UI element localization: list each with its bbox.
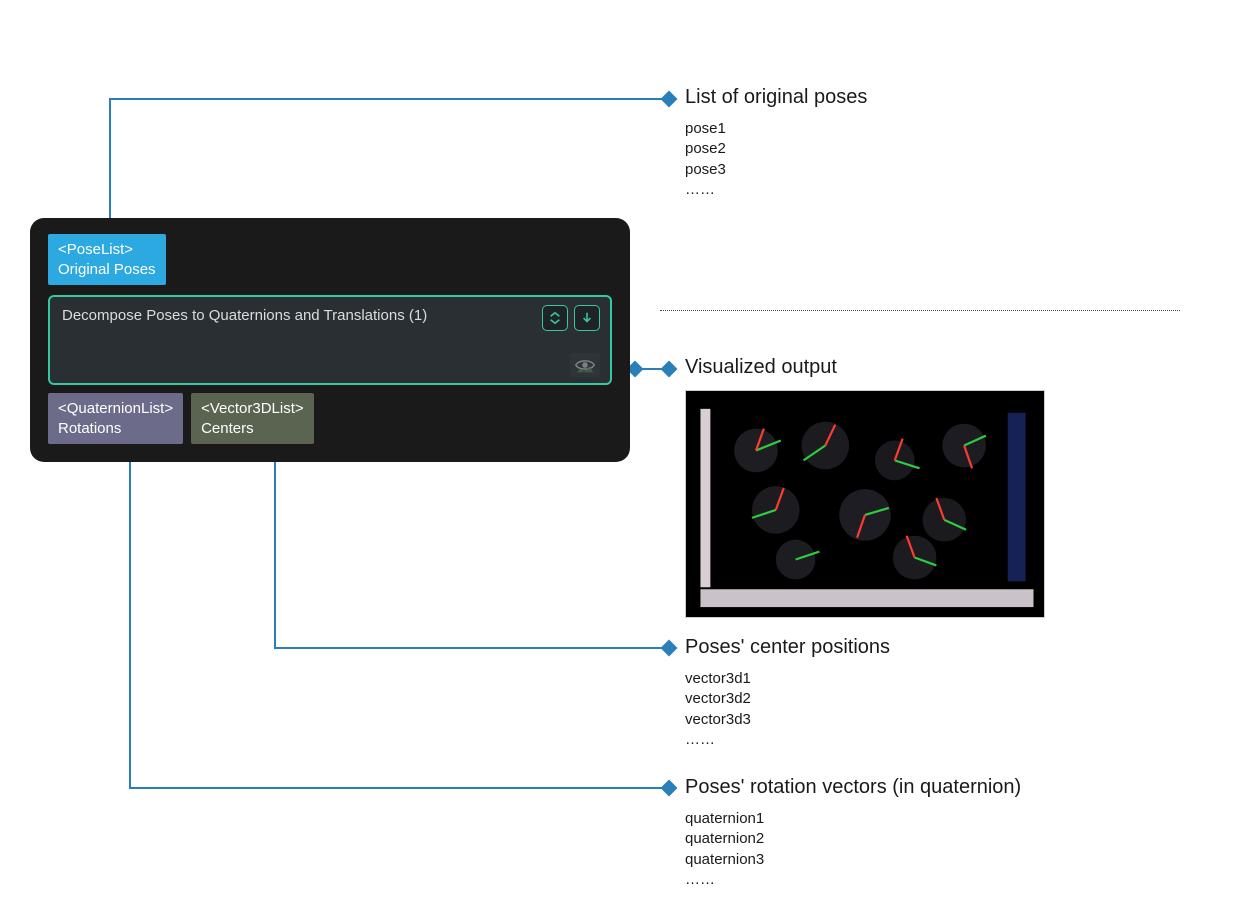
callout-list: quaternion1 quaternion2 quaternion3 ……	[685, 809, 1021, 890]
node-body[interactable]: Decompose Poses to Quaternions and Trans…	[48, 295, 612, 385]
list-item: ……	[685, 730, 890, 750]
diamond-marker	[661, 780, 678, 797]
callout-visualized-output: Visualized output	[685, 356, 837, 389]
node-title: Decompose Poses to Quaternions and Trans…	[62, 307, 427, 324]
output-port-label: Rotations	[58, 419, 173, 439]
list-item: vector3d2	[685, 689, 890, 709]
dotted-separator	[660, 310, 1180, 311]
callout-title: Visualized output	[685, 356, 837, 379]
output-port-type: <Vector3DList>	[201, 399, 304, 419]
callout-centers: Poses' center positions vector3d1 vector…	[685, 636, 890, 750]
output-port-vector3dlist[interactable]: <Vector3DList> Centers	[191, 393, 314, 444]
list-item: pose2	[685, 139, 867, 159]
output-port-type: <QuaternionList>	[58, 399, 173, 419]
list-item: pose3	[685, 160, 867, 180]
diamond-marker	[661, 640, 678, 657]
diamond-marker	[661, 361, 678, 378]
list-item: quaternion2	[685, 829, 1021, 849]
input-port-type: <PoseList>	[58, 240, 156, 260]
list-item: quaternion1	[685, 809, 1021, 829]
node-action-icons	[542, 305, 600, 331]
download-icon[interactable]	[574, 305, 600, 331]
list-item: ……	[685, 870, 1021, 890]
list-item: vector3d1	[685, 669, 890, 689]
callout-title: Poses' center positions	[685, 636, 890, 659]
callout-rotations: Poses' rotation vectors (in quaternion) …	[685, 776, 1021, 890]
list-item: pose1	[685, 119, 867, 139]
callout-title: Poses' rotation vectors (in quaternion)	[685, 776, 1021, 799]
visualize-icon[interactable]	[570, 353, 600, 377]
visualized-output-image	[685, 390, 1045, 618]
list-item: ……	[685, 180, 867, 200]
callout-original-poses: List of original poses pose1 pose2 pose3…	[685, 86, 867, 200]
list-item: quaternion3	[685, 850, 1021, 870]
callout-list: pose1 pose2 pose3 ……	[685, 119, 867, 200]
callout-list: vector3d1 vector3d2 vector3d3 ……	[685, 669, 890, 750]
node-panel: <PoseList> Original Poses Decompose Pose…	[30, 218, 630, 462]
expand-icon[interactable]	[542, 305, 568, 331]
diamond-marker	[661, 91, 678, 108]
input-port-poselist[interactable]: <PoseList> Original Poses	[48, 234, 166, 285]
input-port-label: Original Poses	[58, 260, 156, 280]
output-port-label: Centers	[201, 419, 304, 439]
list-item: vector3d3	[685, 710, 890, 730]
callout-title: List of original poses	[685, 86, 867, 109]
output-port-quaternionlist[interactable]: <QuaternionList> Rotations	[48, 393, 183, 444]
output-ports: <QuaternionList> Rotations <Vector3DList…	[48, 393, 612, 444]
